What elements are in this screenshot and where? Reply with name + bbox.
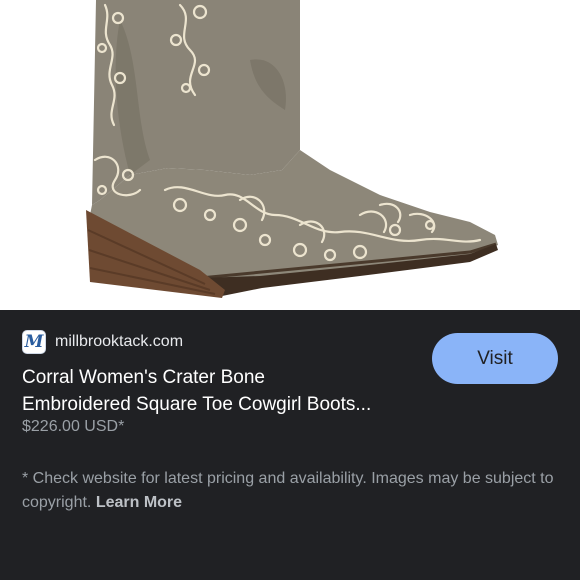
product-title-line1: Corral Women's Crater Bone bbox=[22, 367, 265, 388]
learn-more-link[interactable]: Learn More bbox=[96, 494, 182, 511]
source-row[interactable]: M millbrooktack.com bbox=[22, 330, 183, 354]
product-title-line2: Embroidered Square Toe Cowgirl Boots... bbox=[22, 394, 372, 415]
boot-image bbox=[86, 0, 498, 298]
result-info-panel: M millbrooktack.com Visit Corral Women's… bbox=[0, 310, 580, 580]
site-favicon-icon: M bbox=[22, 330, 46, 354]
product-image[interactable] bbox=[0, 0, 580, 310]
visit-button[interactable]: Visit bbox=[432, 333, 558, 384]
product-title[interactable]: Corral Women's Crater Bone Embroidered S… bbox=[22, 364, 422, 418]
source-domain[interactable]: millbrooktack.com bbox=[55, 333, 183, 351]
product-price: $226.00 USD* bbox=[22, 418, 125, 435]
disclaimer-text: * Check website for latest pricing and a… bbox=[22, 467, 558, 515]
favicon-letter: M bbox=[24, 331, 44, 352]
